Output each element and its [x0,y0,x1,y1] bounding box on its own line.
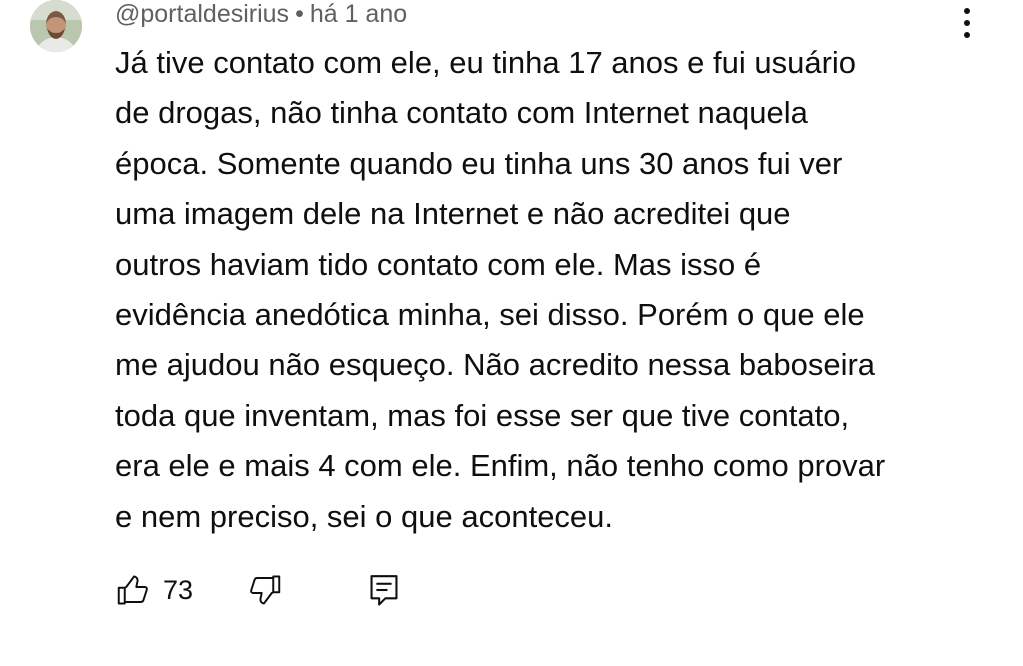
comment-text-line: época. Somente quando eu tinha uns 30 an… [115,145,843,181]
meta-separator: • [295,0,304,28]
avatar[interactable] [30,0,82,52]
comment-text-line: uma imagem dele na Internet e não acredi… [115,196,791,232]
dislike-button[interactable] [247,570,283,610]
reply-button[interactable] [367,570,401,610]
comment-text-line: me ajudou não esqueço. Não acredito ness… [115,347,876,383]
author-name[interactable]: @portaldesirius [115,0,289,28]
comment-text-line: evidência anedótica minha, sei disso. Po… [115,297,865,333]
comment-text: Já tive contato com ele, eu tinha 17 ano… [115,38,975,542]
comment-text-line: de drogas, não tinha contato com Interne… [115,95,808,131]
thumb-up-icon [117,575,148,605]
thumb-down-icon [250,575,281,605]
avatar-image [30,0,82,52]
comment-actions: 73 [115,570,515,610]
like-button[interactable]: 73 [115,570,193,610]
comment-text-line: e nem preciso, sei o que aconteceu. [115,498,614,534]
comment-text-line: outros haviam tido contato com ele. Mas … [115,246,762,282]
more-options-button[interactable] [950,6,984,40]
reply-comment-icon [370,575,398,606]
comment-text-line: Já tive contato com ele, eu tinha 17 ano… [115,45,857,80]
comment-text-line: era ele e mais 4 com ele. Enfim, não ten… [115,448,886,484]
comment-header: @portaldesirius • há 1 ano [115,0,407,28]
comment-text-line: toda que inventam, mas foi esse ser que … [115,397,850,433]
more-vert-icon [964,8,970,14]
like-count: 73 [163,574,194,605]
comment-time[interactable]: há 1 ano [310,0,407,28]
comment-item: @portaldesirius • há 1 ano Já tive contato… [0,0,1023,666]
